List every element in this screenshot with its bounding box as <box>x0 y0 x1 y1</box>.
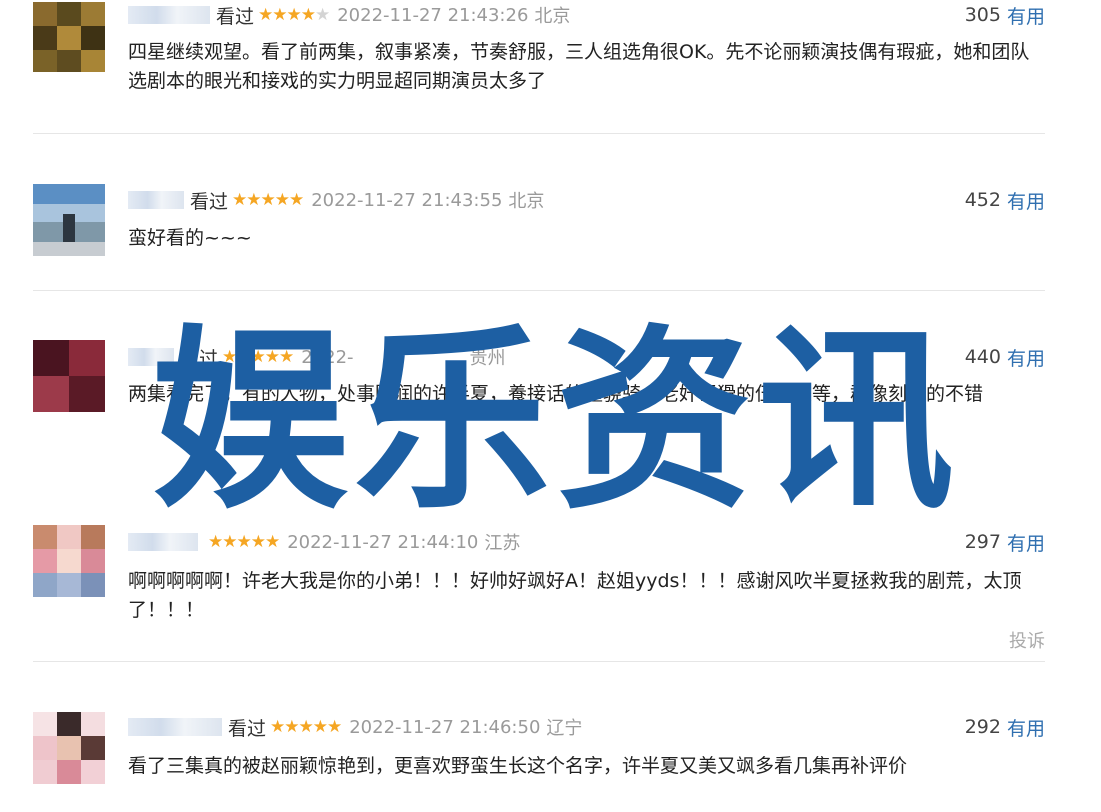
comment-time: 2022-11-27 21:46:50 <box>349 716 541 738</box>
comment-content: 啊啊啊啊啊！许老大我是你的小弟！！！好帅好飒好A！赵姐yyds！！！感谢风吹半夏… <box>128 570 1022 621</box>
username[interactable] <box>128 6 210 24</box>
comment-location: 辽宁 <box>546 718 583 739</box>
rating-stars: ★★★★★ <box>232 190 304 210</box>
avatar[interactable] <box>33 712 105 784</box>
useful-button[interactable]: 有用 <box>1007 529 1045 556</box>
rating-stars: ★★★★★ <box>270 717 342 737</box>
comment-time: 2022-11-27 21:43:26 <box>337 4 529 26</box>
username[interactable] <box>128 191 184 209</box>
divider <box>33 290 1045 291</box>
useful-button[interactable]: 有用 <box>1007 187 1045 214</box>
divider <box>33 661 1045 662</box>
watermark-text: 娱乐资讯 <box>151 308 960 536</box>
vote-count: 452 <box>964 189 1001 211</box>
useful-button[interactable]: 有用 <box>1007 344 1045 371</box>
comment-content: 蛮好看的~~~ <box>128 227 252 249</box>
username[interactable] <box>128 718 222 736</box>
useful-button[interactable]: 有用 <box>1007 2 1045 29</box>
comment-content: 四星继续观望。看了前两集，叙事紧凑，节奏舒服，三人组选角很OK。先不论丽颖演技偶… <box>128 41 1030 92</box>
avatar[interactable] <box>33 184 105 256</box>
watched-label: 看过 <box>228 717 267 740</box>
rating-stars: ★★★★★ <box>258 5 330 25</box>
vote-count: 305 <box>964 4 1001 26</box>
avatar[interactable] <box>33 340 105 412</box>
watched-label: 看过 <box>216 5 255 28</box>
comment-content: 看了三集真的被赵丽颖惊艳到，更喜欢野蛮生长这个名字，许半夏又美又飒多看几集再补评… <box>128 755 908 777</box>
watched-label: 看过 <box>190 190 229 213</box>
report-button[interactable]: 投诉 <box>1009 627 1045 653</box>
comment-location: 北京 <box>508 191 545 212</box>
comment-time: 2022-11-27 21:43:55 <box>311 189 503 211</box>
avatar[interactable] <box>33 2 105 72</box>
avatar[interactable] <box>33 525 105 597</box>
comment-location: 北京 <box>534 6 571 27</box>
useful-button[interactable]: 有用 <box>1007 714 1045 741</box>
divider <box>33 133 1045 134</box>
vote-count: 292 <box>964 716 1001 738</box>
